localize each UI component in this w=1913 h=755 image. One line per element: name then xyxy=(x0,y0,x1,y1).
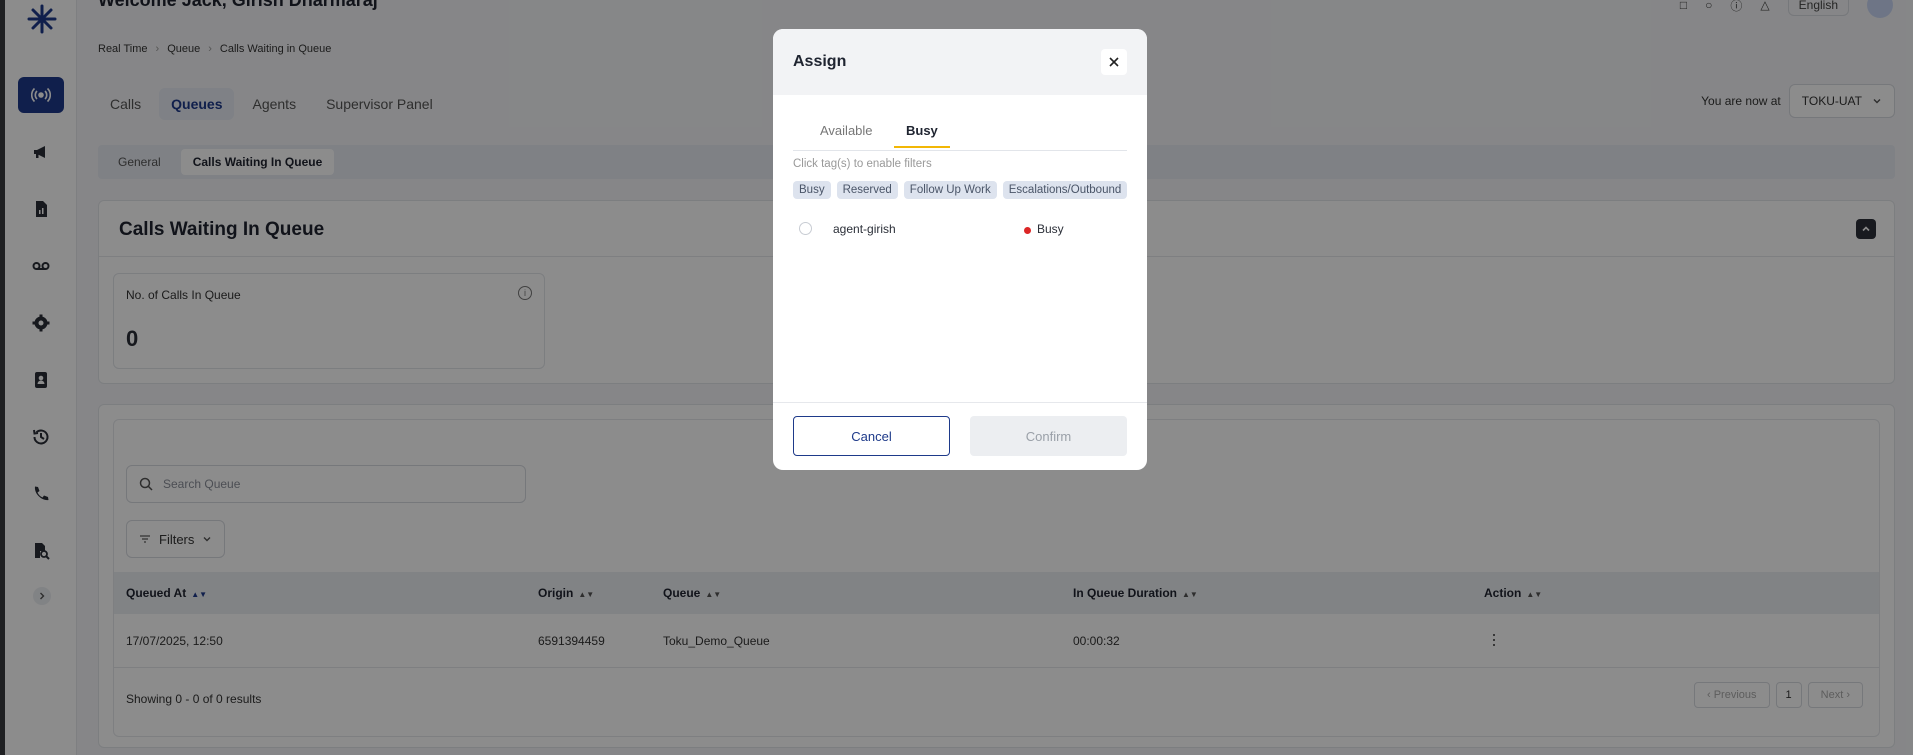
agent-list-item[interactable]: agent-girish Busy xyxy=(793,219,1127,239)
tab-available[interactable]: Available xyxy=(820,123,873,146)
modal-title: Assign xyxy=(793,53,847,70)
agent-name: agent-girish xyxy=(833,222,896,236)
confirm-button[interactable]: Confirm xyxy=(970,416,1127,456)
tag-busy[interactable]: Busy xyxy=(793,181,831,199)
filter-hint: Click tag(s) to enable filters xyxy=(793,158,932,170)
assign-modal: Assign Available Busy Click tag(s) to en… xyxy=(773,29,1147,470)
modal-tabs: Available Busy xyxy=(793,119,1127,151)
tag-filters: Busy Reserved Follow Up Work Escalations… xyxy=(793,181,1127,199)
divider xyxy=(773,402,1147,403)
agent-status: Busy xyxy=(1037,222,1064,236)
tag-escalations-outbound[interactable]: Escalations/Outbound xyxy=(1002,181,1127,199)
tag-reserved[interactable]: Reserved xyxy=(836,181,898,199)
status-dot-icon xyxy=(1024,227,1031,234)
cancel-button[interactable]: Cancel xyxy=(793,416,950,456)
tab-busy[interactable]: Busy xyxy=(894,123,950,148)
agent-radio[interactable] xyxy=(799,222,812,235)
close-icon[interactable] xyxy=(1101,49,1127,75)
tag-follow-up-work[interactable]: Follow Up Work xyxy=(903,181,997,199)
